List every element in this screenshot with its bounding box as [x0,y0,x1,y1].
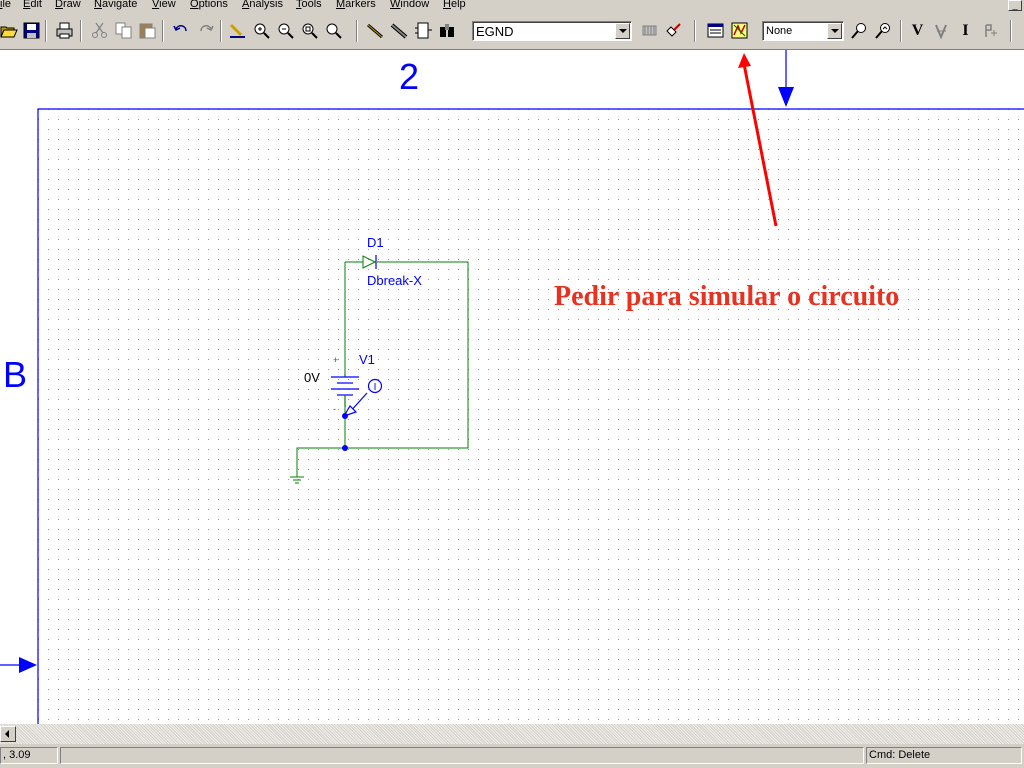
schematic-canvas[interactable]: 2 B D1 Dbreak-X + - V1 0V I Pedir para s… [0,50,1024,724]
paste-button[interactable] [138,21,157,40]
horizontal-scrollbar[interactable] [0,724,1024,744]
junction-dot [342,445,348,451]
setup-window-icon [707,23,724,38]
border-row-label: B [3,354,27,395]
redo-icon [200,25,214,32]
border-arrow-top [778,50,794,107]
display-scope-combo[interactable]: None [762,21,844,41]
menu-markers[interactable]: Markers [336,0,376,10]
source-value-label[interactable]: 0V [304,370,320,385]
part-name-dropdown-arrow[interactable] [615,23,630,39]
pencil-redraw-icon [229,23,245,38]
cut-button[interactable] [90,21,109,40]
undo-button[interactable] [172,21,191,40]
edit-symbol-icon [666,23,681,37]
wire-pencil-icon [367,23,383,39]
zoom-area-button[interactable] [300,21,319,40]
menu-navigate[interactable]: Navigate [94,0,137,10]
menu-analysis[interactable]: Analysis [242,0,283,10]
status-message-pane [60,747,864,764]
zoom-in-icon [254,23,270,39]
schematic-drawing: 2 B D1 Dbreak-X + - V1 0V I [0,50,1024,724]
undo-icon [173,25,187,32]
simulate-button[interactable] [730,21,749,40]
copy-button[interactable] [114,21,133,40]
draw-block-button[interactable] [414,21,433,40]
diode-model-label[interactable]: Dbreak-X [367,273,422,288]
menu-file[interactable]: ile [0,0,11,10]
menu-tools[interactable]: Tools [296,0,322,10]
source-ref-label[interactable]: V1 [359,352,375,367]
place-part-button[interactable] [640,21,659,40]
status-coordinates: , 3.09 [0,747,58,764]
binoculars-icon [440,24,454,37]
print-button[interactable] [55,21,74,40]
status-bar: , 3.09 Cmd: Delete [0,744,1024,768]
clipboard-icon [139,23,156,39]
power-marker-button[interactable] [980,21,999,40]
voltage-diff-marker-button[interactable] [932,21,951,40]
zoom-fit-icon [326,23,342,39]
zoom-fit-button[interactable] [324,21,343,40]
current-marker-label: I [962,22,969,39]
draw-wire-button[interactable] [366,21,385,40]
menu-options[interactable]: Options [190,0,228,10]
junction-dot [342,413,348,419]
display-scope-dropdown-arrow[interactable] [827,23,842,39]
voltage-diff-icon [935,24,947,40]
voltage-marker-button[interactable]: V [908,21,927,40]
folder-open-icon [0,26,18,38]
setup-analysis-button[interactable] [706,21,725,40]
part-name-value: EGND [476,24,514,39]
menu-help[interactable]: Help [443,0,466,10]
printer-icon [56,22,73,39]
get-part-button[interactable] [438,21,457,40]
scissors-icon [92,22,107,38]
zoom-out-button[interactable] [276,21,295,40]
diode-ref-label[interactable]: D1 [367,235,384,250]
draw-bus-button[interactable] [390,21,409,40]
probe-b-button[interactable] [874,21,893,40]
part-name-combo[interactable]: EGND [472,21,632,41]
scroll-left-button[interactable] [0,726,16,742]
menu-edit[interactable]: Edit [23,0,42,10]
dot-grid [38,109,1024,724]
probe-button[interactable] [850,21,869,40]
current-probe-glyph: I [374,382,377,393]
simulate-icon [731,22,748,39]
source-minus-sign: - [333,404,336,414]
border-column-label: 2 [399,56,419,97]
source-plus-sign: + [333,355,338,365]
toolbar: EGND None V I [0,12,1024,50]
bus-pencil-icon [390,23,408,39]
menu-view[interactable]: View [152,0,176,10]
window-minimize-button[interactable]: _ [1008,0,1022,11]
redraw-button[interactable] [228,21,247,40]
menu-draw[interactable]: Draw [55,0,81,10]
edit-attributes-button[interactable] [664,21,683,40]
zoom-area-icon [302,23,318,39]
open-file-button[interactable] [0,21,19,40]
block-icon [415,22,432,39]
display-scope-value: None [766,25,793,37]
menu-bar: ile Edit Draw Navigate View Options Anal… [0,0,1024,12]
zoom-out-icon [278,23,294,39]
border-arrow-left [0,657,37,673]
annotation-text: Pedir para simular o circuito [554,281,900,312]
voltage-marker-label: V [911,22,924,39]
current-marker-button[interactable]: I [956,21,975,40]
save-button[interactable] [22,21,41,40]
status-command: Cmd: Delete [866,747,1022,764]
floppy-icon [23,22,40,39]
zoom-in-button[interactable] [252,21,271,40]
power-marker-icon [985,24,997,37]
probe-plot-icon [875,23,890,39]
copy-icon [115,22,132,39]
probe-icon [851,23,866,39]
part-library-icon [642,25,657,36]
menu-window[interactable]: Window [390,0,429,10]
redo-button[interactable] [196,21,215,40]
